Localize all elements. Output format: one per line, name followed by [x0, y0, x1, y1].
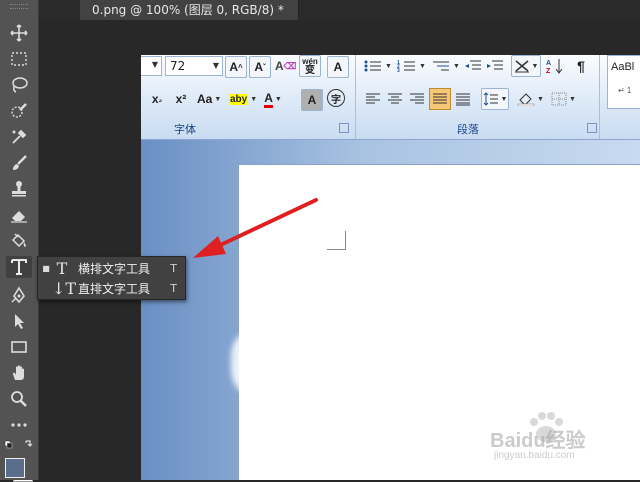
rectangle-tool-icon[interactable] [6, 336, 32, 358]
brush-tool-icon[interactable] [6, 152, 32, 174]
show-marks-button: ¶ [577, 58, 585, 74]
ribbon-group-separator [599, 55, 600, 139]
page-corner-mark [327, 231, 346, 250]
font-color-button: A ▼ [263, 89, 283, 109]
subscript-button: x₂ [151, 92, 163, 106]
baidu-watermark: Baidu经验 jingyan.baidu.com [490, 410, 630, 470]
erased-area [231, 333, 271, 393]
chinese-layout-button: ▼ [511, 55, 541, 77]
styles-gallery: AaBl ↵ 1 [607, 55, 640, 109]
watermark-url: jingyan.baidu.com [494, 450, 575, 461]
group-paragraph-label: 段落 [457, 123, 479, 136]
decrease-indent-button [463, 56, 483, 76]
paint-bucket-tool-icon[interactable] [6, 230, 32, 252]
eraser-tool-icon[interactable] [6, 204, 32, 226]
font-name-combo: ▼ [141, 56, 162, 76]
shrink-font-button: Aˇ [249, 56, 271, 78]
document-tab[interactable]: 0.png @ 100% (图层 0, RGB/8) * [80, 0, 299, 20]
word-ribbon: ▼ 72 ▼ A ^ Aˇ A ⌫ wén 变 A x₂ x² Aa ▼ aby ▼ A ▼… [141, 55, 640, 140]
selected-dot-icon: ■ [42, 263, 50, 273]
pen-tool-icon[interactable] [6, 284, 32, 306]
swap-colors-icon[interactable] [2, 438, 36, 452]
align-left-button [363, 89, 383, 109]
watermark-brand: Baidu经验 [490, 430, 586, 452]
horizontal-type-tool-item[interactable]: ■ T 横排文字工具 T [38, 258, 185, 278]
svg-text:A: A [546, 60, 551, 67]
bullets-button: ▼ [363, 56, 392, 76]
sort-button: AZ [545, 56, 565, 76]
type-tool-flyout: ■ T 横排文字工具 T ↓T 直排文字工具 T [37, 256, 186, 300]
horizontal-type-icon: T [56, 258, 68, 278]
highlight-button: aby ▼ [229, 93, 258, 105]
vertical-type-icon: ↓T [52, 278, 77, 298]
distributed-button [453, 89, 473, 109]
type-tool-icon[interactable] [6, 256, 32, 278]
lasso-tool-icon[interactable] [6, 74, 32, 96]
tools-panel [0, 0, 39, 482]
hand-tool-icon[interactable] [6, 362, 32, 384]
shading-button: ▼ [517, 89, 544, 109]
dialog-launcher-icon [587, 123, 597, 133]
panel-grip[interactable] [10, 4, 28, 9]
dialog-launcher-icon [339, 123, 349, 133]
vertical-type-tool-item[interactable]: ↓T 直排文字工具 T [38, 278, 185, 298]
justify-button [429, 88, 451, 110]
erased-area [399, 225, 549, 255]
multilevel-list-button: ▼ [433, 61, 460, 71]
document-tab-bar: 0.png @ 100% (图层 0, RGB/8) * [39, 0, 640, 20]
zoom-tool-icon[interactable] [6, 388, 32, 410]
svg-text:3: 3 [397, 68, 400, 73]
move-tool-icon[interactable] [6, 22, 32, 44]
align-center-button [385, 89, 405, 109]
more-tools-icon[interactable] [6, 414, 32, 436]
borders-button: ▼ [551, 89, 576, 109]
line-spacing-button: ▼ [481, 88, 509, 110]
character-border-button: A [327, 56, 349, 78]
marquee-tool-icon[interactable] [6, 48, 32, 70]
font-size-value: 72 [170, 59, 186, 73]
stamp-tool-icon[interactable] [6, 178, 32, 200]
path-selection-tool-icon[interactable] [6, 310, 32, 332]
character-shading-button: A [301, 89, 323, 111]
eyedropper-tool-icon[interactable] [6, 126, 32, 148]
quick-selection-tool-icon[interactable] [6, 100, 32, 122]
increase-indent-button [485, 56, 505, 76]
erased-area [279, 285, 519, 325]
font-size-combo: 72 ▼ [165, 56, 223, 76]
grow-font-button: A ^ [225, 56, 247, 78]
align-right-button [407, 89, 427, 109]
svg-text:Z: Z [546, 68, 551, 74]
ribbon-group-separator [355, 55, 356, 139]
clear-format-button: A ⌫ [275, 59, 297, 73]
numbering-button: 1 2 3 ▼ [397, 60, 426, 73]
enclose-characters-button: 字 [327, 89, 345, 107]
change-case-button: Aa ▼ [197, 92, 222, 106]
foreground-color-swatch[interactable] [5, 458, 25, 478]
chevron-down-icon: ▼ [212, 61, 219, 70]
group-font-label: 字体 [174, 123, 196, 136]
phonetic-guide-button: wén 变 [299, 55, 321, 77]
superscript-button: x² [175, 92, 187, 106]
